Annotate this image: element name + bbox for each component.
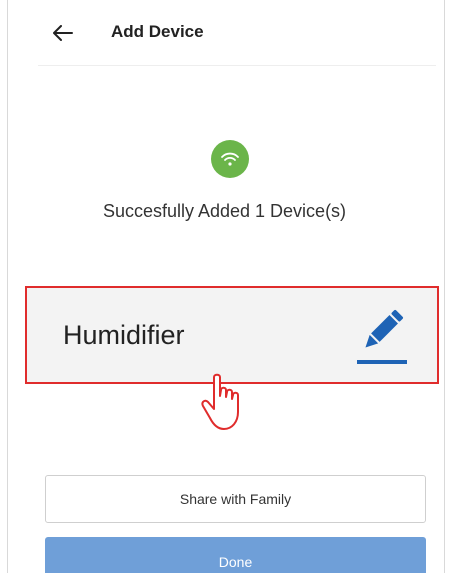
- header-divider: [38, 65, 436, 66]
- screen-left-edge: [7, 0, 8, 573]
- back-button[interactable]: [48, 18, 78, 48]
- success-status-badge: [211, 140, 249, 178]
- page-title: Add Device: [111, 22, 204, 41]
- arrow-left-icon: [53, 25, 73, 41]
- device-name-field[interactable]: Humidifier: [25, 286, 439, 384]
- done-button[interactable]: Done: [45, 537, 426, 573]
- share-with-family-button[interactable]: Share with Family: [45, 475, 426, 523]
- success-message: Succesfully Added 1 Device(s): [102, 201, 347, 221]
- app-header: Add Device: [8, 0, 444, 66]
- wifi-icon: [221, 152, 239, 166]
- add-device-screen: Add Device Succesfully Added 1 Device(s)…: [0, 0, 449, 573]
- hand-pointer-icon: [201, 373, 239, 430]
- device-name-value: Humidifier: [63, 320, 185, 350]
- pencil-icon: [357, 309, 407, 364]
- edit-name-button[interactable]: [353, 308, 409, 368]
- screen-right-edge: [444, 0, 445, 573]
